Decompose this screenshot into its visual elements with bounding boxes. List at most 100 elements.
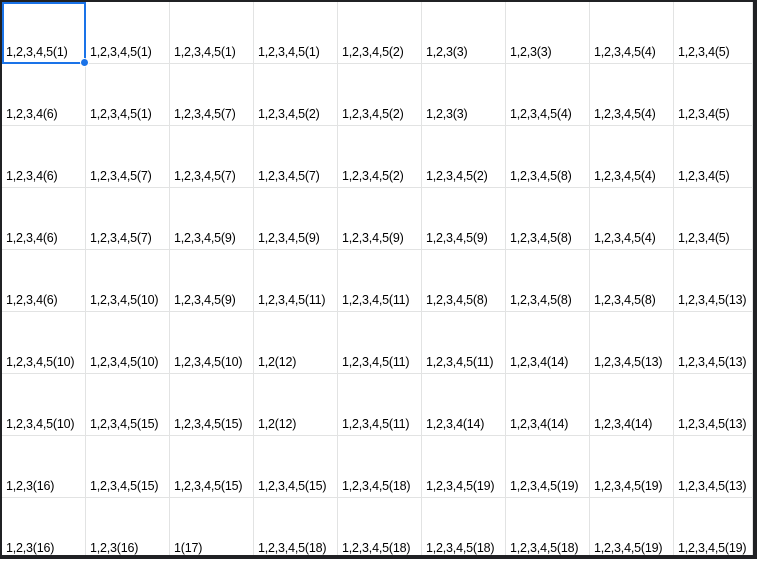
grid-cell-r1-c3[interactable]: 1,2,3,4,5(1) (170, 2, 254, 64)
grid-cell-r5-c1[interactable]: 1,2,3,4(6) (2, 250, 86, 312)
grid-cell-r3-c5[interactable]: 1,2,3,4,5(2) (338, 126, 422, 188)
grid-cell-r2-c1[interactable]: 1,2,3,4(6) (2, 64, 86, 126)
grid-cell-r1-c7[interactable]: 1,2,3(3) (506, 2, 590, 64)
grid-cell-r8-c7[interactable]: 1,2,3,4,5(19) (506, 436, 590, 498)
grid-cell-r9-c7[interactable]: 1,2,3,4,5(18) (506, 498, 590, 555)
grid-cell-r4-c8[interactable]: 1,2,3,4,5(4) (590, 188, 674, 250)
grid-cell-r1-c6[interactable]: 1,2,3(3) (422, 2, 506, 64)
grid-cell-r9-c3[interactable]: 1(17) (170, 498, 254, 555)
grid-cell-r3-c1[interactable]: 1,2,3,4(6) (2, 126, 86, 188)
grid-cell-r7-c7[interactable]: 1,2,3,4(14) (506, 374, 590, 436)
grid-cell-r9-c8[interactable]: 1,2,3,4,5(19) (590, 498, 674, 555)
grid-cell-r1-c9[interactable]: 1,2,3,4(5) (674, 2, 753, 64)
grid-cell-r2-c7[interactable]: 1,2,3,4,5(4) (506, 64, 590, 126)
grid-cell-r2-c2[interactable]: 1,2,3,4,5(1) (86, 64, 170, 126)
grid-cell-r6-c5[interactable]: 1,2,3,4,5(11) (338, 312, 422, 374)
grid-cell-r7-c1[interactable]: 1,2,3,4,5(10) (2, 374, 86, 436)
cell-value: 1,2,3,4,5(4) (594, 231, 656, 245)
grid-cell-r2-c4[interactable]: 1,2,3,4,5(2) (254, 64, 338, 126)
grid-cell-r7-c6[interactable]: 1,2,3,4(14) (422, 374, 506, 436)
grid-cell-r4-c6[interactable]: 1,2,3,4,5(9) (422, 188, 506, 250)
grid-cell-r3-c9[interactable]: 1,2,3,4(5) (674, 126, 753, 188)
grid-cell-r8-c6[interactable]: 1,2,3,4,5(19) (422, 436, 506, 498)
grid-cell-r7-c8[interactable]: 1,2,3,4(14) (590, 374, 674, 436)
grid-cell-r8-c8[interactable]: 1,2,3,4,5(19) (590, 436, 674, 498)
grid-cell-r9-c5[interactable]: 1,2,3,4,5(18) (338, 498, 422, 555)
grid-cell-r4-c4[interactable]: 1,2,3,4,5(9) (254, 188, 338, 250)
grid-cell-r9-c9[interactable]: 1,2,3,4,5(19) (674, 498, 753, 555)
grid-cell-r9-c2[interactable]: 1,2,3(16) (86, 498, 170, 555)
grid-cell-r4-c2[interactable]: 1,2,3,4,5(7) (86, 188, 170, 250)
grid-cell-r8-c4[interactable]: 1,2,3,4,5(15) (254, 436, 338, 498)
grid-cell-r8-c2[interactable]: 1,2,3,4,5(15) (86, 436, 170, 498)
cell-value: 1,2,3,4,5(8) (510, 169, 572, 183)
fill-handle[interactable] (80, 58, 89, 67)
cell-value: 1,2,3,4,5(7) (90, 231, 152, 245)
grid-cell-r3-c6[interactable]: 1,2,3,4,5(2) (422, 126, 506, 188)
grid-cell-r6-c8[interactable]: 1,2,3,4,5(13) (590, 312, 674, 374)
grid-cell-r4-c7[interactable]: 1,2,3,4,5(8) (506, 188, 590, 250)
grid-cell-r5-c6[interactable]: 1,2,3,4,5(8) (422, 250, 506, 312)
grid-cell-r5-c3[interactable]: 1,2,3,4,5(9) (170, 250, 254, 312)
cell-value: 1,2,3,4(5) (678, 45, 730, 59)
grid-cell-r7-c3[interactable]: 1,2,3,4,5(15) (170, 374, 254, 436)
cell-value: 1,2,3,4,5(1) (90, 107, 152, 121)
grid-cell-r1-c4[interactable]: 1,2,3,4,5(1) (254, 2, 338, 64)
grid-cell-r6-c4[interactable]: 1,2(12) (254, 312, 338, 374)
grid-cell-r2-c8[interactable]: 1,2,3,4,5(4) (590, 64, 674, 126)
grid-cell-r4-c9[interactable]: 1,2,3,4(5) (674, 188, 753, 250)
grid-cell-r8-c9[interactable]: 1,2,3,4,5(13) (674, 436, 753, 498)
cell-value: 1,2,3,4,5(2) (258, 107, 320, 121)
grid-cell-r5-c7[interactable]: 1,2,3,4,5(8) (506, 250, 590, 312)
grid-cell-r5-c5[interactable]: 1,2,3,4,5(11) (338, 250, 422, 312)
grid-cell-r3-c8[interactable]: 1,2,3,4,5(4) (590, 126, 674, 188)
grid-cell-r1-c5[interactable]: 1,2,3,4,5(2) (338, 2, 422, 64)
cell-value: 1,2,3,4,5(10) (90, 293, 159, 307)
grid-cell-r6-c1[interactable]: 1,2,3,4,5(10) (2, 312, 86, 374)
grid-cell-r5-c4[interactable]: 1,2,3,4,5(11) (254, 250, 338, 312)
cell-value: 1,2,3,4,5(10) (6, 417, 75, 431)
grid-cell-r7-c2[interactable]: 1,2,3,4,5(15) (86, 374, 170, 436)
cell-value: 1,2,3,4,5(2) (342, 45, 404, 59)
cell-value: 1,2,3,4(5) (678, 169, 730, 183)
grid-cell-r6-c6[interactable]: 1,2,3,4,5(11) (422, 312, 506, 374)
grid-cell-r3-c3[interactable]: 1,2,3,4,5(7) (170, 126, 254, 188)
cell-value: 1,2,3,4,5(15) (174, 417, 243, 431)
grid-cell-r5-c8[interactable]: 1,2,3,4,5(8) (590, 250, 674, 312)
grid-cell-r2-c6[interactable]: 1,2,3(3) (422, 64, 506, 126)
grid-cell-r2-c3[interactable]: 1,2,3,4,5(7) (170, 64, 254, 126)
cell-value: 1,2,3,4,5(19) (594, 541, 663, 555)
grid-cell-r4-c5[interactable]: 1,2,3,4,5(9) (338, 188, 422, 250)
grid-cell-r4-c3[interactable]: 1,2,3,4,5(9) (170, 188, 254, 250)
grid-cell-r7-c4[interactable]: 1,2(12) (254, 374, 338, 436)
grid-cell-r9-c4[interactable]: 1,2,3,4,5(18) (254, 498, 338, 555)
grid-cell-r3-c2[interactable]: 1,2,3,4,5(7) (86, 126, 170, 188)
grid-cell-r6-c3[interactable]: 1,2,3,4,5(10) (170, 312, 254, 374)
grid-cell-r2-c9[interactable]: 1,2,3,4(5) (674, 64, 753, 126)
cell-value: 1,2,3,4,5(4) (594, 45, 656, 59)
grid-cell-r2-c5[interactable]: 1,2,3,4,5(2) (338, 64, 422, 126)
cell-value: 1,2,3,4(14) (426, 417, 485, 431)
grid-cell-r6-c9[interactable]: 1,2,3,4,5(13) (674, 312, 753, 374)
cell-value: 1,2,3,4,5(8) (594, 293, 656, 307)
cell-value: 1,2,3,4(14) (510, 417, 569, 431)
grid-cell-r3-c7[interactable]: 1,2,3,4,5(8) (506, 126, 590, 188)
grid-cell-r3-c4[interactable]: 1,2,3,4,5(7) (254, 126, 338, 188)
grid-cell-r9-c1[interactable]: 1,2,3(16) (2, 498, 86, 555)
grid-cell-r1-c8[interactable]: 1,2,3,4,5(4) (590, 2, 674, 64)
grid-cell-r9-c6[interactable]: 1,2,3,4,5(18) (422, 498, 506, 555)
grid-cell-r1-c2[interactable]: 1,2,3,4,5(1) (86, 2, 170, 64)
cell-value: 1,2,3,4,5(2) (342, 169, 404, 183)
grid-cell-r6-c7[interactable]: 1,2,3,4(14) (506, 312, 590, 374)
grid-cell-r8-c5[interactable]: 1,2,3,4,5(18) (338, 436, 422, 498)
grid-cell-r7-c5[interactable]: 1,2,3,4,5(11) (338, 374, 422, 436)
grid-cell-r8-c1[interactable]: 1,2,3(16) (2, 436, 86, 498)
grid-cell-r4-c1[interactable]: 1,2,3,4(6) (2, 188, 86, 250)
grid-cell-r5-c9[interactable]: 1,2,3,4,5(13) (674, 250, 753, 312)
cell-value: 1,2,3(3) (426, 45, 468, 59)
grid-cell-r7-c9[interactable]: 1,2,3,4,5(13) (674, 374, 753, 436)
grid-cell-r5-c2[interactable]: 1,2,3,4,5(10) (86, 250, 170, 312)
grid-cell-r6-c2[interactable]: 1,2,3,4,5(10) (86, 312, 170, 374)
grid-cell-r1-c1[interactable]: 1,2,3,4,5(1) (2, 2, 89, 67)
grid-cell-r8-c3[interactable]: 1,2,3,4,5(15) (170, 436, 254, 498)
